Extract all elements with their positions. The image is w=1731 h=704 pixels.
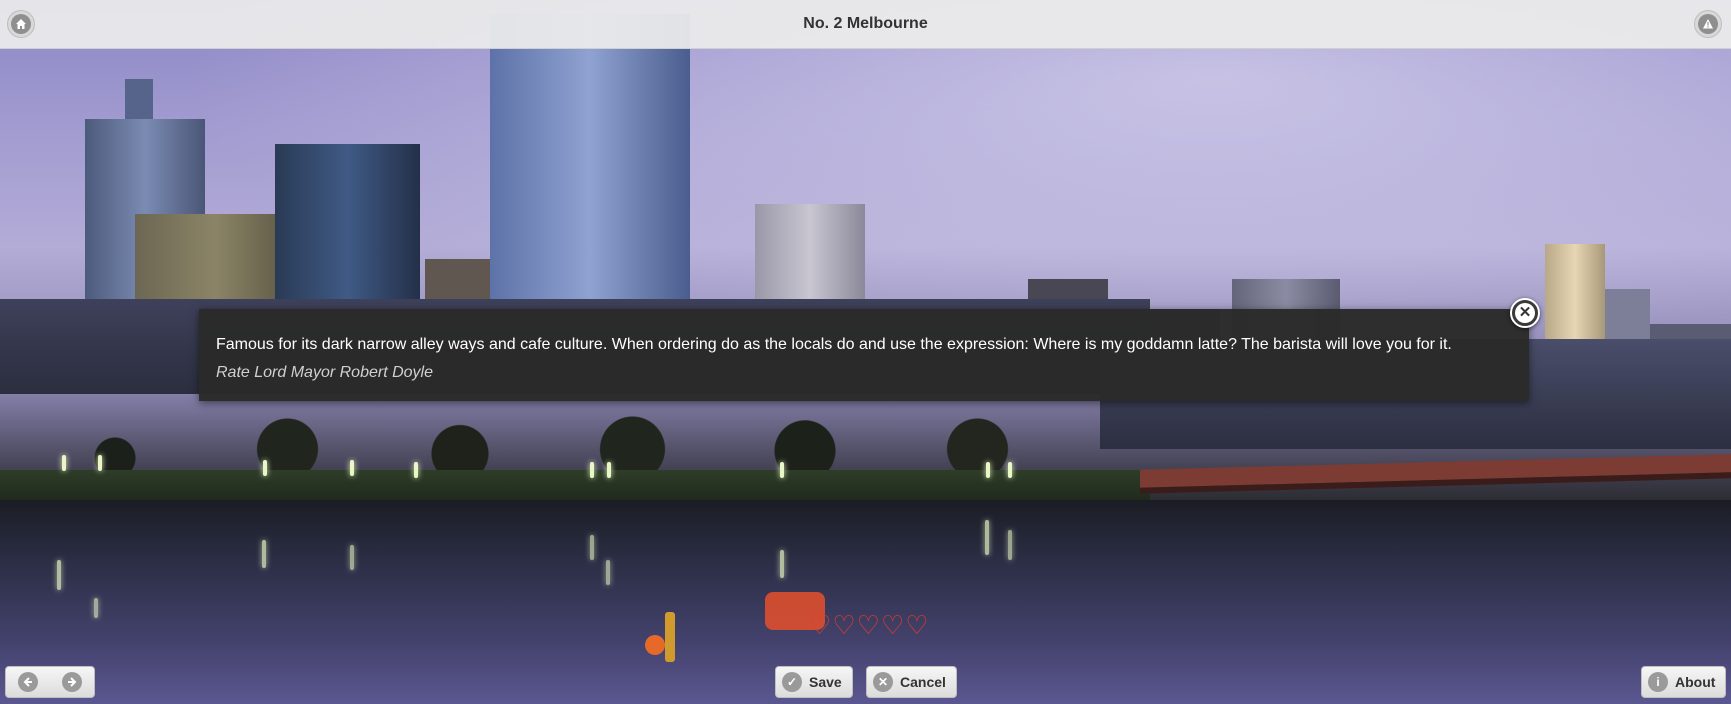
save-button[interactable]: ✓ Save [775, 666, 853, 698]
save-label: Save [809, 674, 842, 690]
rating-heart-2[interactable]: ♡ [832, 612, 855, 638]
alert-icon [1698, 14, 1718, 34]
rating-heart-4[interactable]: ♡ [881, 612, 904, 638]
cancel-icon: ✕ [873, 672, 893, 692]
rating-heart-3[interactable]: ♡ [857, 612, 880, 638]
info-icon: i [1648, 672, 1668, 692]
cancel-label: Cancel [900, 674, 946, 690]
rating-hearts: ♡ ♡ ♡ ♡ ♡ [808, 612, 929, 638]
about-button[interactable]: i About [1641, 666, 1727, 698]
info-popup: Famous for its dark narrow alley ways an… [199, 309, 1529, 401]
page-title: No. 2 Melbourne [803, 15, 928, 32]
cancel-button[interactable]: ✕ Cancel [866, 666, 957, 698]
close-icon: ✕ [1515, 303, 1535, 323]
popup-description: Famous for its dark narrow alley ways an… [216, 336, 1452, 353]
about-label: About [1675, 674, 1716, 690]
arrow-right-icon[interactable] [62, 672, 82, 692]
popup-rating-prompt: Rate Lord Mayor Robert Doyle [216, 364, 433, 381]
header-bar: No. 2 Melbourne [0, 0, 1731, 49]
arrow-left-icon[interactable] [18, 672, 38, 692]
rating-heart-1[interactable]: ♡ [808, 612, 831, 638]
popup-close-button[interactable]: ✕ [1510, 298, 1540, 328]
rating-heart-5[interactable]: ♡ [905, 612, 928, 638]
prev-next-nav [5, 666, 95, 698]
check-icon: ✓ [782, 672, 802, 692]
alert-button[interactable] [1694, 10, 1722, 38]
